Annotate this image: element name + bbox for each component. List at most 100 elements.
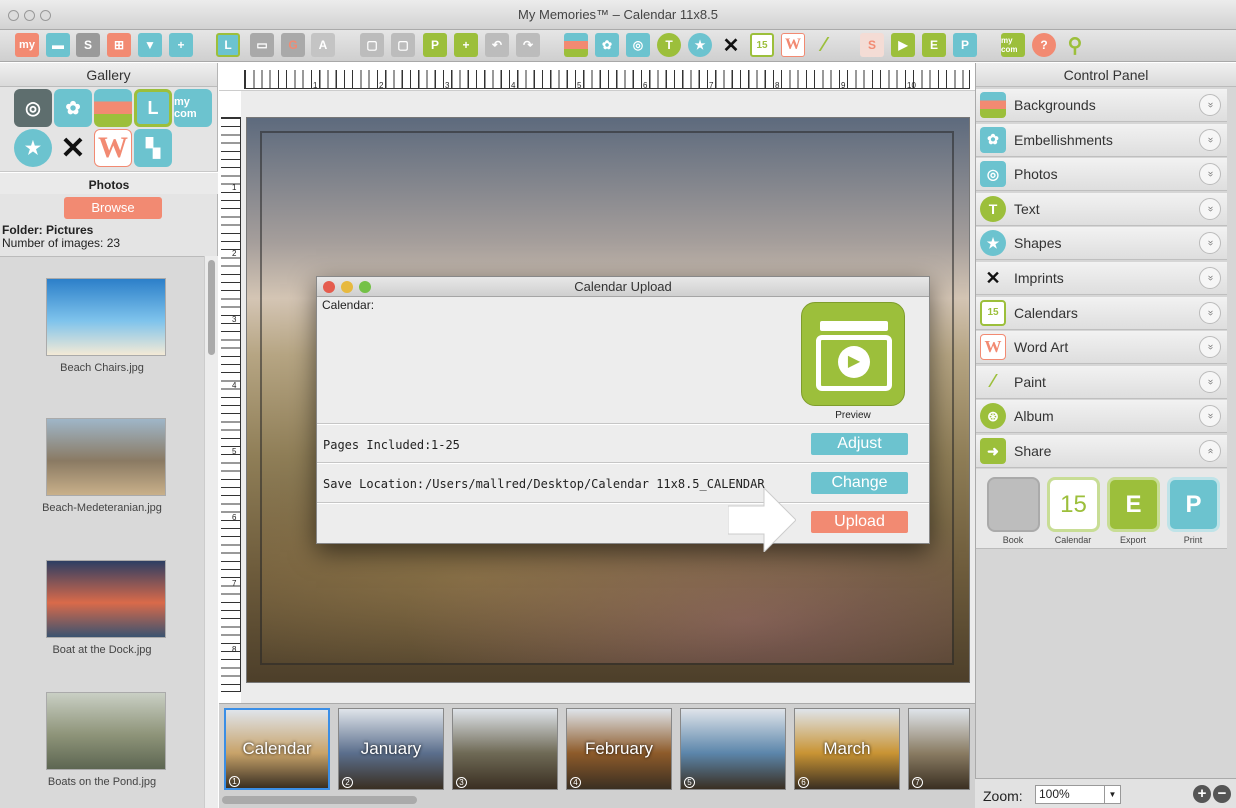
filmstrip-page[interactable]: March 6 [794,708,900,790]
cp-item-embellishments[interactable]: ✿ Embellishments » [976,123,1227,157]
undo-icon[interactable]: ↶ [485,33,509,57]
photos-icon: ◎ [980,161,1006,188]
calendars-icon[interactable]: 15 [750,33,774,57]
cp-item-shapes[interactable]: ★ Shapes » [976,227,1227,261]
gallery-scrollbar[interactable] [204,256,218,808]
preview-button[interactable]: ▶ [801,302,905,406]
gallery-wordart-icon[interactable]: W [94,129,132,167]
cp-item-imprints[interactable]: ✕ Imprints » [976,262,1227,295]
zoom-window-button[interactable] [40,10,51,21]
wordart-icon[interactable]: W [781,33,805,57]
cp-item-album[interactable]: ⊛ Album » [976,400,1227,434]
zoom-select[interactable]: 100% ▼ [1035,785,1121,804]
gallery-imprints-icon[interactable]: ✕ [54,129,92,167]
gallery-scroll-thumb[interactable] [208,260,215,355]
chevron-down-icon[interactable]: » [1199,232,1221,255]
filmstrip-page[interactable]: 7 [908,708,970,790]
dialog-minimize-button[interactable] [341,281,353,293]
gallery-templates-icon[interactable]: ▚ [134,129,172,167]
chevron-down-icon[interactable]: » [1199,405,1221,428]
embellishments-icon[interactable]: ✿ [595,33,619,57]
gallery-thumbnail[interactable] [46,278,166,356]
filmstrip-page[interactable]: January 2 [338,708,444,790]
cp-item-word-art[interactable]: W Word Art » [976,331,1227,365]
chevron-down-icon[interactable]: » [1199,301,1221,324]
zoom-in-button[interactable]: + [1193,785,1211,803]
layout-icon[interactable]: L [216,33,240,57]
mycom-icon[interactable]: my com [1001,33,1025,57]
help-icon[interactable]: ? [1032,33,1056,57]
text-align-icon[interactable]: A [311,33,335,57]
dialog-close-button[interactable] [323,281,335,293]
guides-icon[interactable]: G [281,33,305,57]
gallery-thumbnail[interactable] [46,560,166,638]
shapes-icon[interactable]: ★ [688,33,712,57]
imprints-icon[interactable]: ✕ [719,33,743,57]
gallery-backgrounds-icon[interactable] [94,89,132,127]
adjust-button[interactable]: Adjust [811,433,908,455]
share-book-button[interactable] [987,477,1040,532]
chevron-down-icon[interactable]: » [1199,128,1221,151]
share-s-icon[interactable]: S [860,33,884,57]
paint-icon[interactable]: ⁄ [812,33,836,57]
page-icon[interactable]: P [423,33,447,57]
chevron-down-icon[interactable]: » [1199,197,1221,220]
share-export-button[interactable]: E [1107,477,1160,532]
save-icon[interactable]: S [76,33,100,57]
browse-button[interactable]: Browse [64,197,162,219]
upload-button[interactable]: Upload [811,511,908,533]
new-page-icon[interactable]: + [169,33,193,57]
cp-item-share[interactable]: ➜ Share « [976,435,1227,468]
chevron-up-icon[interactable]: « [1199,440,1221,462]
gallery-thumbnail[interactable] [46,692,166,770]
minimize-window-button[interactable] [24,10,35,21]
filmstrip-page-number: 3 [456,777,467,788]
chevron-down-icon[interactable]: » [1199,336,1221,359]
chevron-down-icon[interactable]: » [1199,267,1221,289]
cp-item-text[interactable]: T Text » [976,192,1227,226]
dialog-zoom-button[interactable] [359,281,371,293]
redo-icon[interactable]: ↷ [516,33,540,57]
cp-item-backgrounds[interactable]: Backgrounds » [976,89,1227,122]
video-icon[interactable]: ▶ [891,33,915,57]
download-icon[interactable]: ▼ [138,33,162,57]
open-folder-icon[interactable]: ▬ [46,33,70,57]
filmstrip-page[interactable]: 3 [452,708,558,790]
gallery-thumbnail[interactable] [46,418,166,496]
share-calendar-button[interactable]: 15 [1047,477,1100,532]
cp-item-label: Backgrounds [1014,97,1096,113]
add-page-icon[interactable]: + [454,33,478,57]
my-logo-button[interactable]: my [15,33,39,57]
backgrounds-icon[interactable] [564,33,588,57]
text-icon[interactable]: T [657,33,681,57]
cp-item-photos[interactable]: ◎ Photos » [976,158,1227,192]
search-icon[interactable]: ⚲ [1063,33,1087,57]
page-layout-icon[interactable]: ⊞ [107,33,131,57]
gallery-mycom-icon[interactable]: my com [174,89,212,127]
chevron-down-icon[interactable]: » [1199,370,1221,393]
cp-item-paint[interactable]: ⁄ Paint » [976,365,1227,399]
gallery-layouts-icon[interactable]: L [134,89,172,127]
chevron-down-icon[interactable]: » [1199,163,1221,186]
gallery-photos-icon[interactable]: ◎ [14,89,52,127]
main-toolbar: my ▬ S ⊞ ▼ + L ▭ G A ▢ ▢ P + ↶ ↷ ✿ ◎ T ★… [0,30,1236,62]
gallery-shapes-icon[interactable]: ★ [14,129,52,167]
change-button[interactable]: Change [811,472,908,494]
export-icon[interactable]: E [922,33,946,57]
filmstrip-page-number: 2 [342,777,353,788]
copy-icon[interactable]: ▢ [360,33,384,57]
zoom-out-button[interactable]: − [1213,785,1231,803]
close-window-button[interactable] [8,10,19,21]
paste-icon[interactable]: ▢ [391,33,415,57]
share-print-button[interactable]: P [1167,477,1220,532]
filmstrip-page[interactable]: Calendar 1 [224,708,330,790]
filmstrip-page[interactable]: 5 [680,708,786,790]
gallery-embellishments-icon[interactable]: ✿ [54,89,92,127]
ruler-icon[interactable]: ▭ [250,33,274,57]
filmstrip-scroll-thumb[interactable] [222,796,417,804]
filmstrip-page[interactable]: February 4 [566,708,672,790]
photos-icon[interactable]: ◎ [626,33,650,57]
print-icon[interactable]: P [953,33,977,57]
cp-item-calendars[interactable]: 15 Calendars » [976,296,1227,330]
chevron-down-icon[interactable]: » [1199,94,1221,116]
